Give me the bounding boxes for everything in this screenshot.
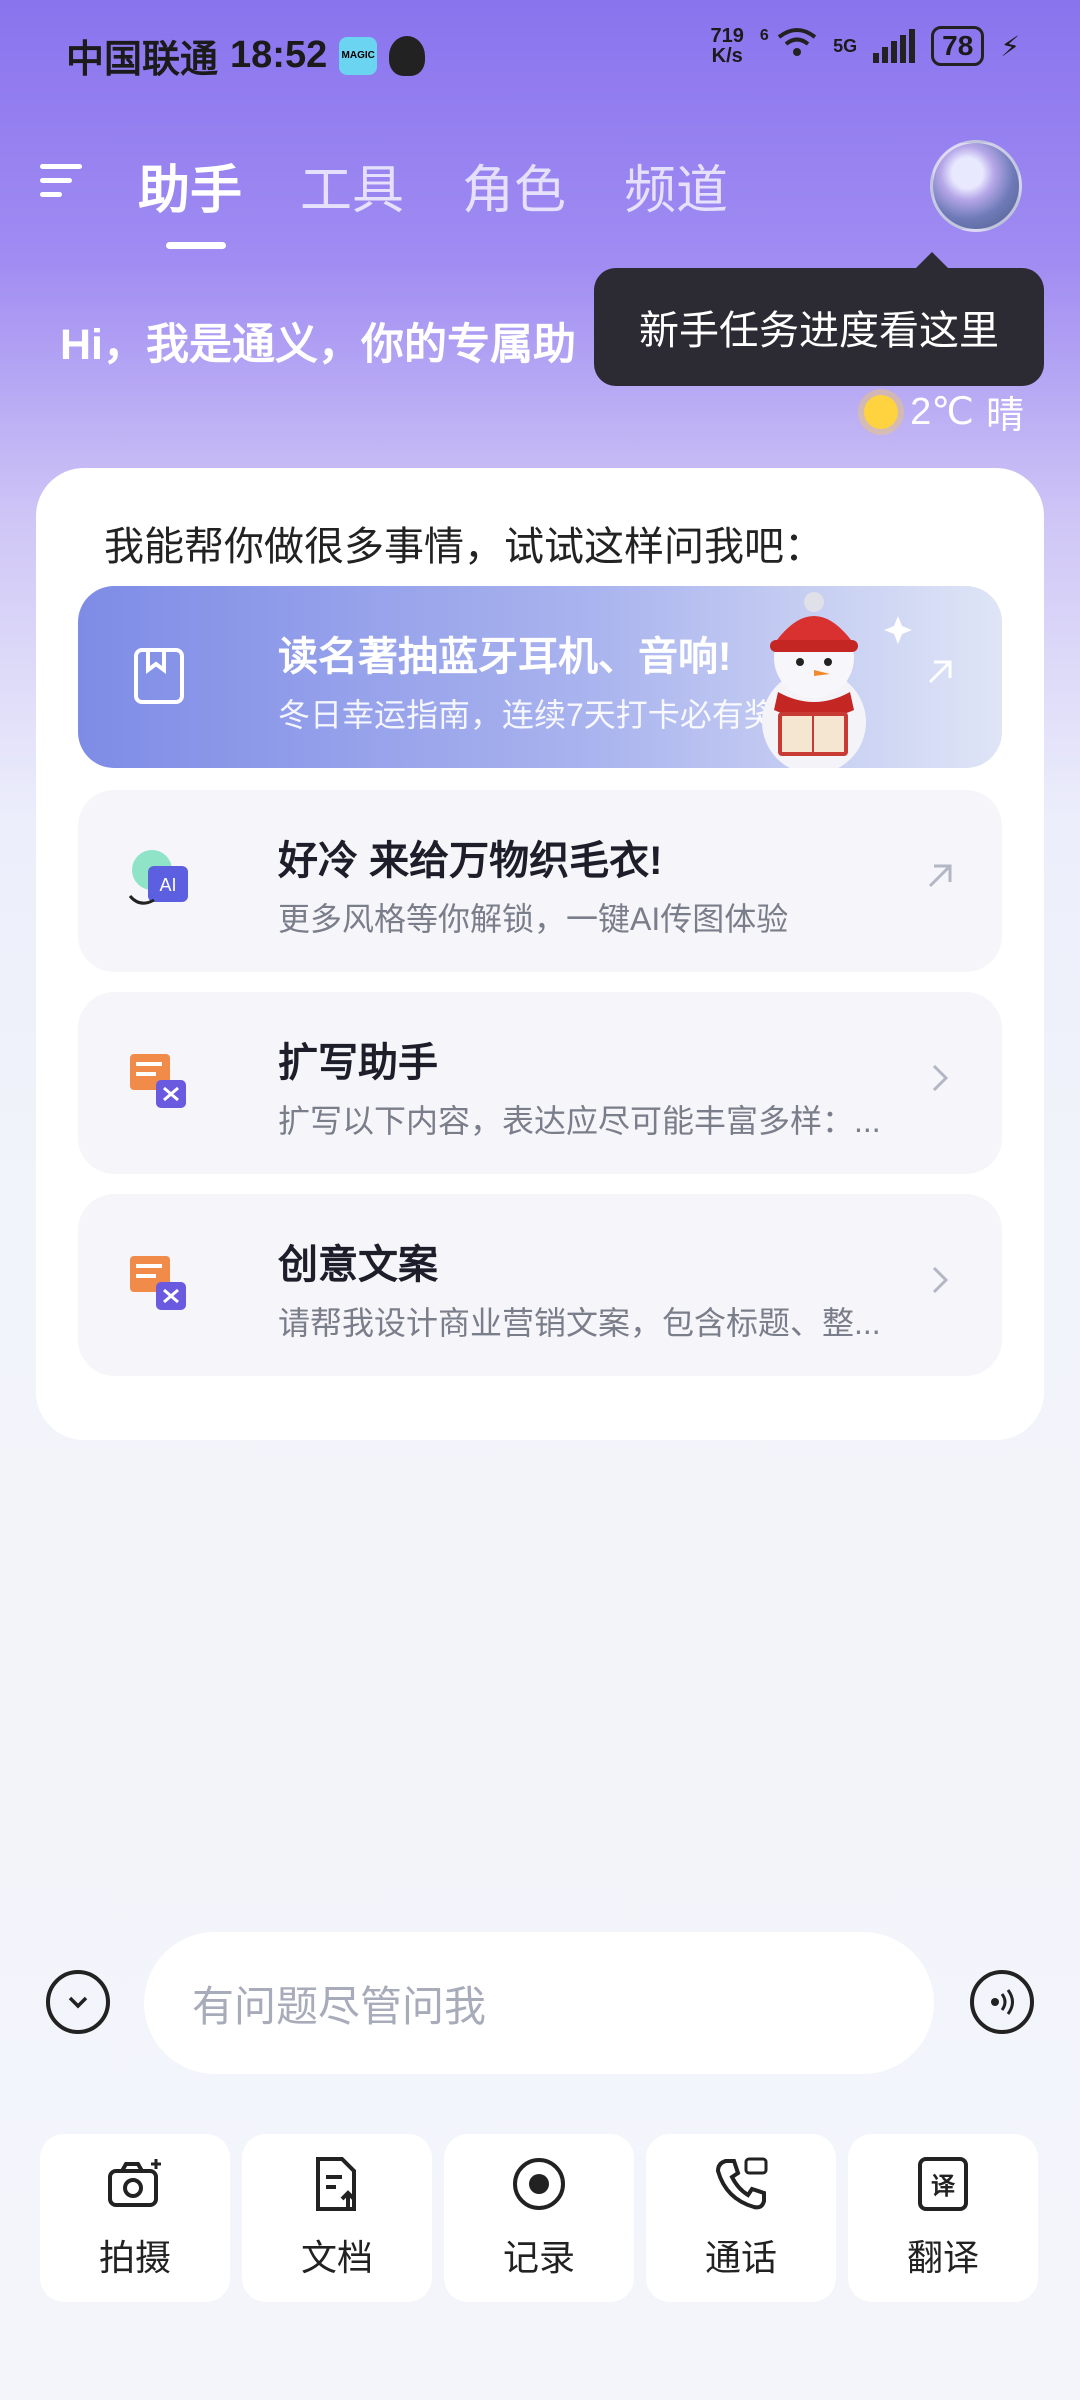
bookmark-icon xyxy=(126,642,192,708)
suggestion-item-expand-writing[interactable]: 扩写助手 扩写以下内容，表达应尽可能丰富多样：... xyxy=(78,992,1002,1174)
qq-icon xyxy=(389,35,426,76)
snowman-illustration xyxy=(718,592,918,774)
weather-temp: 2℃ xyxy=(910,391,974,433)
top-nav: 助手 工具 角色 频道 xyxy=(0,140,1080,249)
suggestion-subtitle: 请帮我设计商业营销文案，包含标题、整... xyxy=(278,1305,881,1341)
arrow-up-right-icon xyxy=(920,652,960,692)
clock: 18:52 xyxy=(230,34,328,76)
tool-label: 拍摄 xyxy=(98,2237,171,2278)
tab-bar: 助手 工具 角色 频道 xyxy=(138,148,728,249)
tab-channels[interactable]: 频道 xyxy=(624,148,728,223)
suggestion-title: 扩写助手 xyxy=(278,1041,438,1085)
document-upload-icon xyxy=(308,2155,366,2213)
suggestion-item-copywriting[interactable]: 创意文案 请帮我设计商业营销文案，包含标题、整... xyxy=(78,1194,1002,1376)
input-placeholder: 有问题尽管问我 xyxy=(192,1982,487,2030)
suggestion-item-ai-sweater[interactable]: AI 好冷 来给万物织毛衣! 更多风格等你解锁，一键AI传图体验 xyxy=(78,790,1002,972)
sun-icon xyxy=(864,394,899,429)
menu-icon[interactable] xyxy=(40,158,86,204)
network-speed: 719 K/s xyxy=(710,25,744,67)
suggestion-subtitle: 更多风格等你解锁，一键AI传图体验 xyxy=(278,901,789,937)
chevron-right-icon xyxy=(920,1260,960,1300)
tool-call[interactable]: 通话 xyxy=(646,2134,836,2302)
suggestion-subtitle: 冬日幸运指南，连续7天打卡必有奖 xyxy=(278,697,776,733)
tab-roles[interactable]: 角色 xyxy=(462,148,566,223)
tool-label: 记录 xyxy=(502,2237,575,2278)
ai-image-icon: AI xyxy=(126,846,192,912)
record-icon xyxy=(510,2155,568,2213)
svg-text:译: 译 xyxy=(931,2172,956,2200)
expand-writing-icon xyxy=(126,1048,192,1114)
camera-icon xyxy=(106,2155,164,2213)
tool-camera[interactable]: 拍摄 xyxy=(40,2134,230,2302)
svg-text:AI: AI xyxy=(159,875,176,895)
tool-label: 通话 xyxy=(704,2237,777,2278)
magic-app-icon: MAGIC xyxy=(339,36,378,75)
suggestion-title: 好冷 来给万物织毛衣! xyxy=(278,839,663,883)
suggestion-item-promo[interactable]: 读名著抽蓝牙耳机、音响! 冬日幸运指南，连续7天打卡必有奖 xyxy=(78,586,1002,774)
suggestion-title: 创意文案 xyxy=(278,1243,438,1287)
arrow-up-right-icon xyxy=(920,856,960,896)
tool-label: 文档 xyxy=(300,2237,373,2278)
tab-assistant[interactable]: 助手 xyxy=(138,148,242,249)
wifi-icon: 6 xyxy=(760,27,817,65)
copywriting-icon xyxy=(126,1250,192,1316)
carrier-label: 中国联通 xyxy=(66,39,219,81)
tool-document[interactable]: 文档 xyxy=(242,2134,432,2302)
tool-translate[interactable]: 译 翻译 xyxy=(848,2134,1038,2302)
network-type: 5G xyxy=(833,35,858,56)
suggestion-subtitle: 扩写以下内容，表达应尽可能丰富多样：... xyxy=(278,1103,881,1139)
translate-icon: 译 xyxy=(914,2155,972,2213)
tool-label: 翻译 xyxy=(906,2237,979,2278)
input-bar: 有问题尽管问我 xyxy=(0,1902,1080,2102)
chevron-down-icon xyxy=(68,1996,88,2009)
greeting-text: Hi，我是通义，你的专属助 xyxy=(60,321,576,369)
voice-wave-icon xyxy=(991,1989,1014,2015)
tool-record[interactable]: 记录 xyxy=(444,2134,634,2302)
tools-row: 拍摄 文档 记录 通话 译 翻译 xyxy=(40,2134,1038,2302)
charging-icon: ⚡ xyxy=(1000,30,1020,62)
collapse-button[interactable] xyxy=(46,1970,110,2034)
card-title: 我能帮你做很多事情，试试这样问我吧： xyxy=(104,525,824,569)
tab-tools[interactable]: 工具 xyxy=(300,148,404,223)
voice-button[interactable] xyxy=(970,1970,1034,2034)
phone-call-icon xyxy=(712,2155,770,2213)
signal-icon xyxy=(873,29,916,63)
avatar[interactable] xyxy=(930,140,1022,232)
chevron-right-icon xyxy=(920,1058,960,1098)
suggestion-title: 读名著抽蓝牙耳机、音响! xyxy=(278,635,732,679)
weather-condition: 晴 xyxy=(985,395,1024,437)
status-bar: 中国联通 18:52 MAGIC 719 K/s 6 5G 78 ⚡ xyxy=(0,0,1080,100)
onboarding-tooltip[interactable]: 新手任务进度看这里 xyxy=(594,252,1044,386)
message-input[interactable]: 有问题尽管问我 xyxy=(144,1932,934,2074)
battery-icon: 78 xyxy=(931,26,985,66)
suggestions-card: 我能帮你做很多事情，试试这样问我吧： 读名著抽蓝牙耳机、音响! 冬日幸运指南，连… xyxy=(36,468,1044,1440)
weather-widget: 2℃ 晴 xyxy=(864,384,1024,439)
